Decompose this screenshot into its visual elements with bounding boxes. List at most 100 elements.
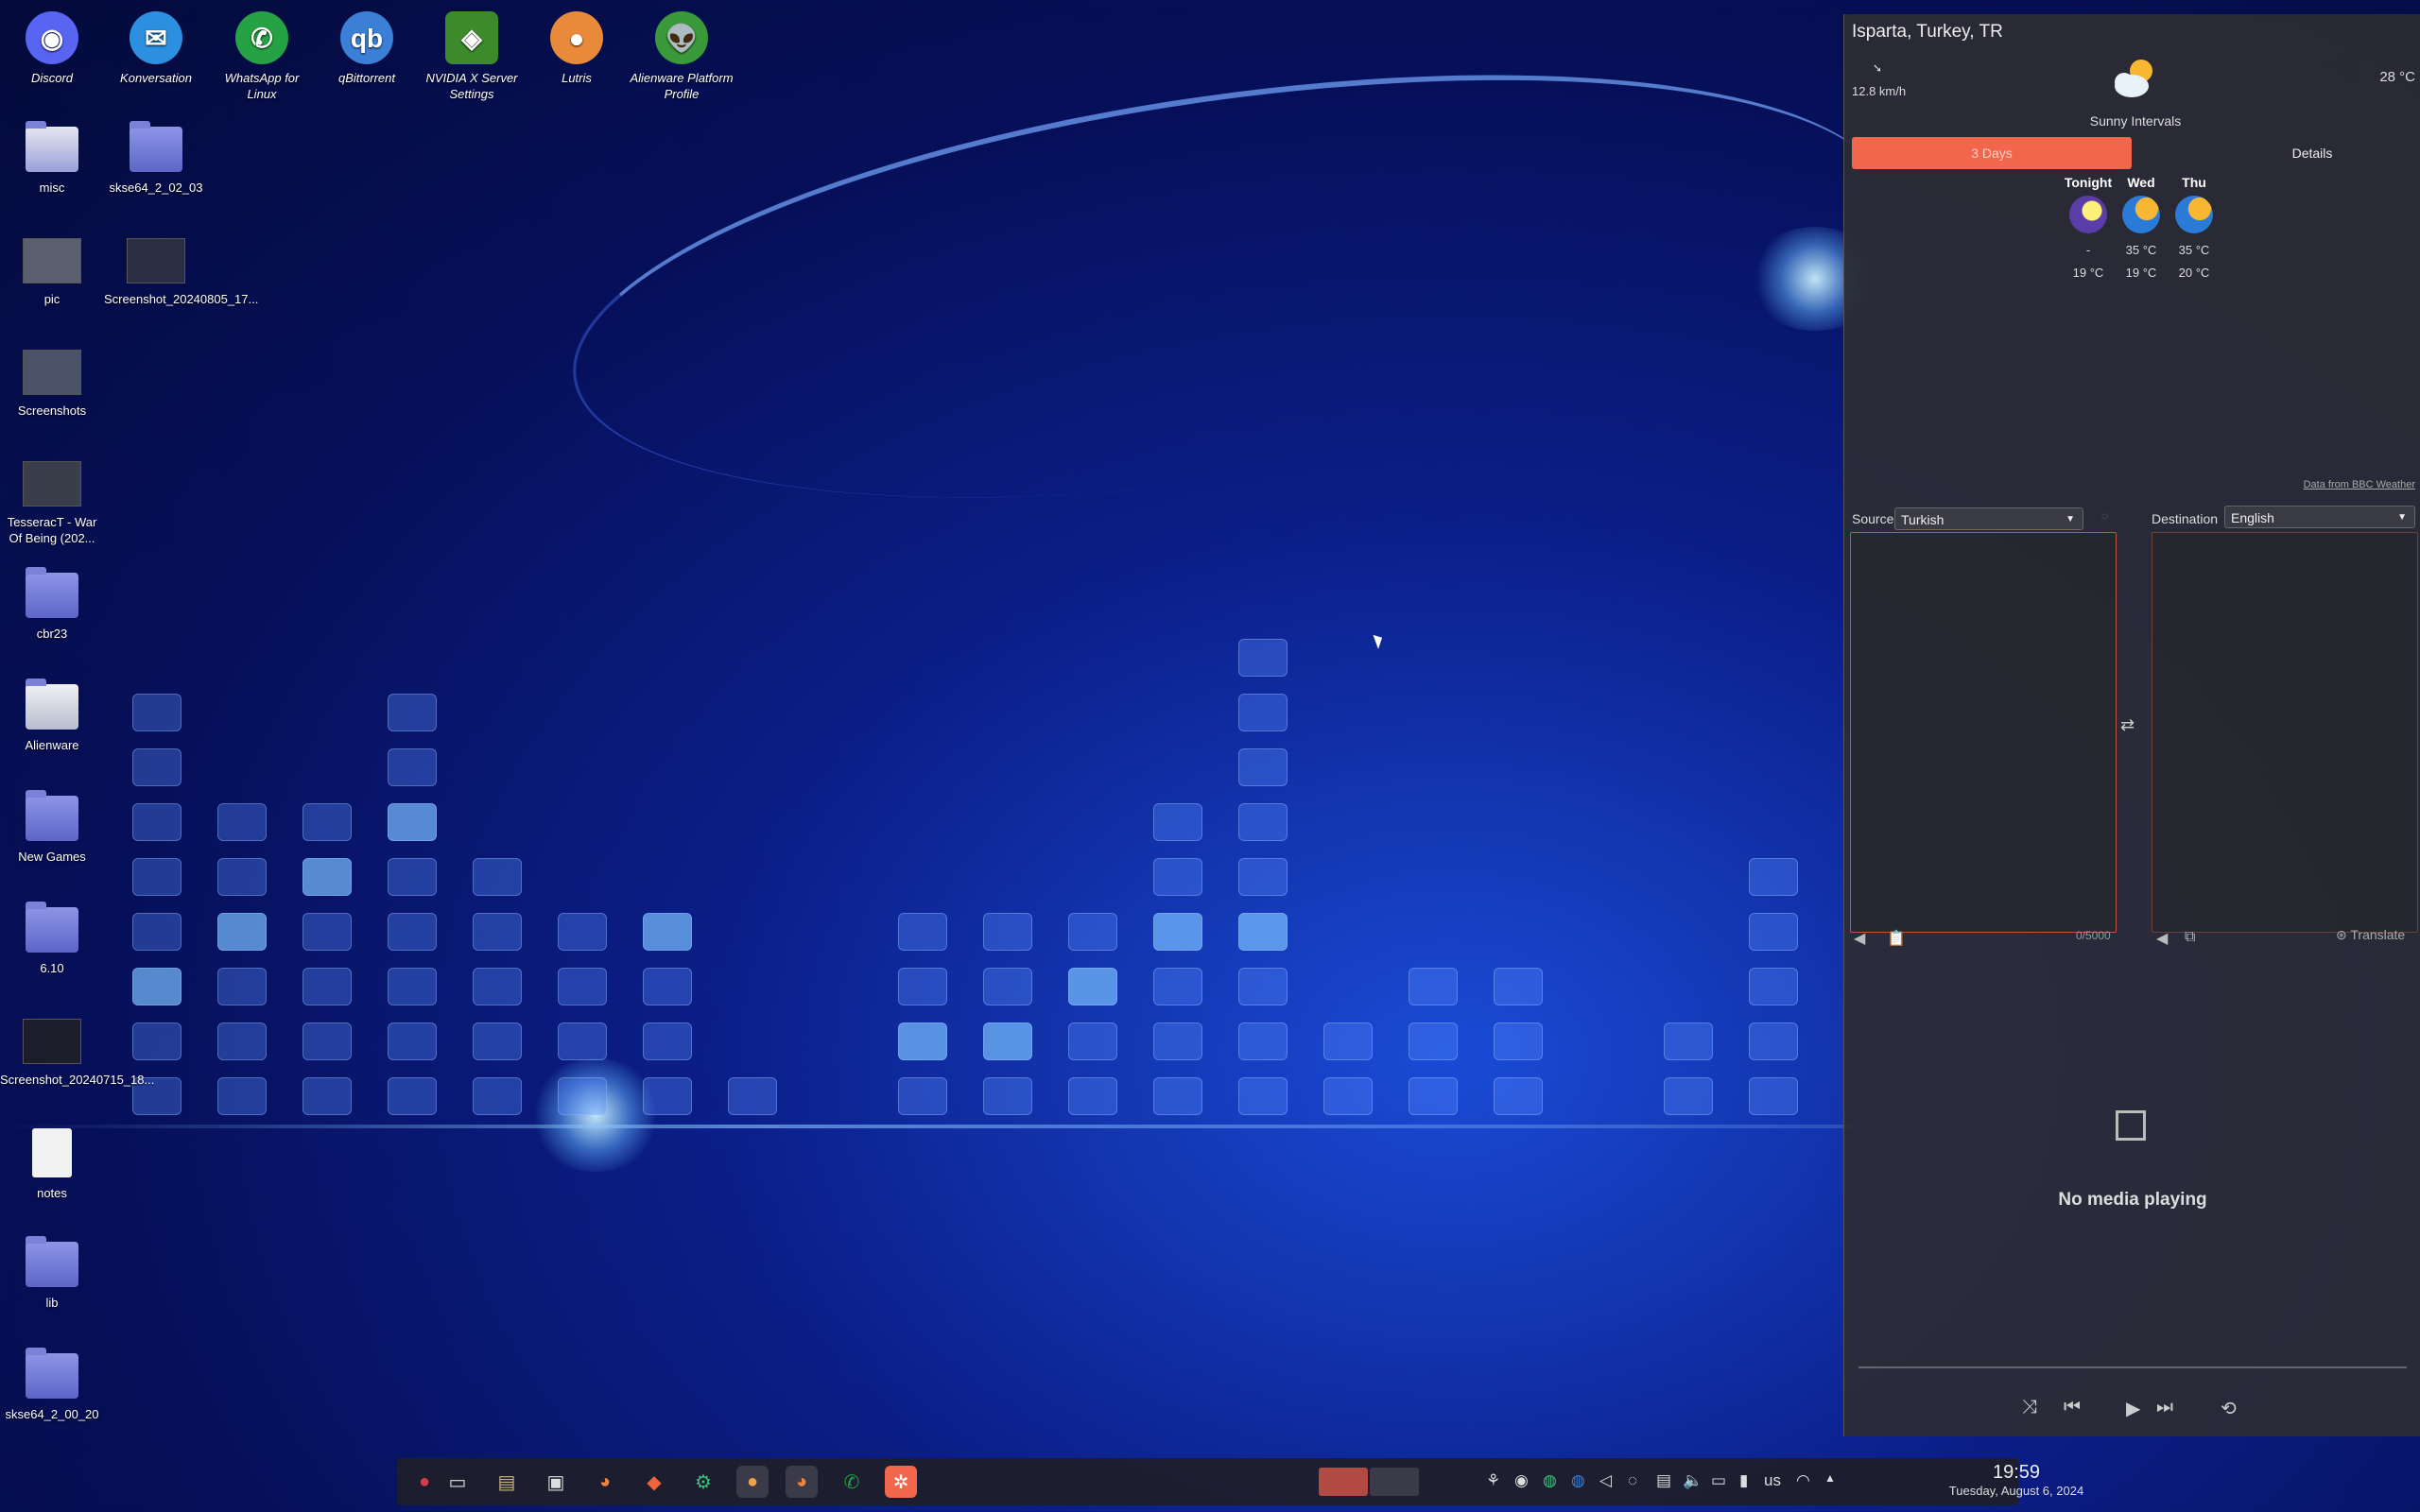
terminal-icon[interactable]: ▣ [540, 1466, 572, 1498]
taskbar: ● ▭ ▤ ▣ ◕ ◆ ⚙ ● ◕ ✆ ✲ ⚘ ◉ ◍ ◍ ◁ ◌ ▤ 🔈 ▭ … [397, 1458, 2083, 1505]
app-launcher-icon[interactable]: ● [408, 1466, 441, 1498]
desktop-icon-screenshot-0805[interactable]: Screenshot_20240805_17... [104, 234, 258, 307]
detect-language-icon[interactable]: ◌ [2101, 509, 2108, 523]
wallpaper-tile [217, 803, 267, 841]
previous-track-icon[interactable]: ⏮ [2064, 1397, 2081, 1418]
wallpaper-tile [1323, 1077, 1373, 1115]
bbc-weather-link[interactable]: Data from BBC Weather [2304, 479, 2415, 490]
sunny-intervals-icon [2115, 60, 2152, 97]
media-progress-bar[interactable] [1858, 1366, 2407, 1368]
tray-clipboard-icon[interactable]: ▤ [1656, 1471, 1671, 1490]
tray-qbittorrent-icon[interactable]: ◍ [1571, 1471, 1585, 1490]
wallpaper-tile [1153, 803, 1202, 841]
repeat-icon[interactable]: ⟲ [2221, 1397, 2237, 1420]
keyboard-layout-indicator[interactable]: us [1764, 1471, 1781, 1490]
wallpaper-tile [132, 1022, 182, 1060]
whatsapp-taskbar-icon[interactable]: ✆ [836, 1466, 868, 1498]
forecast-high: - [2085, 243, 2091, 257]
firefox-window-icon[interactable]: ◕ [786, 1466, 818, 1498]
wallpaper-tile [643, 968, 692, 1005]
destination-label: Destination [2152, 511, 2219, 526]
wallpaper-tile [132, 858, 182, 896]
wallpaper-tile [302, 968, 352, 1005]
desktop-icon-skse64-2-00-20[interactable]: skse64_2_00_20 [0, 1348, 104, 1422]
desktop-icon-pic[interactable]: pic [0, 234, 104, 307]
system-settings-icon[interactable]: ⚙ [687, 1466, 719, 1498]
lutris-icon: ● [550, 11, 603, 64]
desktop-icon-label: cbr23 [36, 627, 68, 641]
wallpaper-tile [1749, 968, 1798, 1005]
forecast-thu: Thu 35 °C 20 °C [2166, 175, 2222, 284]
desktop-icon-cbr23[interactable]: cbr23 [0, 567, 104, 642]
tray-discord-icon[interactable]: ◉ [1514, 1471, 1529, 1490]
desktop-icon-alienware[interactable]: Alienware [0, 679, 104, 753]
tab-3-days[interactable]: 3 Days [1852, 137, 2132, 169]
brave-icon[interactable]: ◆ [638, 1466, 670, 1498]
show-desktop-icon[interactable]: ▭ [441, 1466, 474, 1498]
forecast-day: Thu [2182, 175, 2206, 190]
speak-translation-icon[interactable]: ◀ [2156, 929, 2168, 948]
speak-source-icon[interactable]: ◀ [1854, 929, 1865, 948]
desktop-icon-lib[interactable]: lib [0, 1236, 104, 1311]
desktop-icon-qbittorrent[interactable]: qb qBittorrent [315, 11, 419, 86]
desktop-icon-notes[interactable]: notes [0, 1126, 104, 1201]
desktop-icon-skse64-2-02-03[interactable]: skse64_2_02_03 [104, 121, 208, 196]
clock-time: 19:59 [1992, 1462, 2041, 1483]
swap-languages-icon[interactable]: ⇄ [2120, 715, 2135, 735]
virtual-desktop-2[interactable] [1370, 1468, 1419, 1496]
desktop-icon-konversation[interactable]: ✉ Konversation [104, 11, 208, 86]
tray-green-app-icon[interactable]: ◍ [1543, 1471, 1557, 1490]
desktop-icon-misc[interactable]: misc [0, 121, 104, 196]
wallpaper-tile [1238, 1022, 1288, 1060]
lutris-taskbar-icon[interactable]: ● [736, 1466, 769, 1498]
wallpaper-tile [132, 748, 182, 786]
wallpaper-tile [473, 858, 522, 896]
virtual-desktop-1[interactable] [1319, 1468, 1368, 1496]
desktop-icon-nvidia-settings[interactable]: ◈ NVIDIA X Server Settings [420, 11, 524, 102]
tray-wifi-icon[interactable]: ◠ [1796, 1471, 1810, 1490]
desktop-icon-6-10[interactable]: 6.10 [0, 902, 104, 976]
tray-expand-icon[interactable]: ▲ [1824, 1471, 1836, 1485]
paste-icon[interactable]: 📋 [1887, 929, 1906, 948]
wallpaper-tile [1494, 1077, 1543, 1115]
file-manager-icon[interactable]: ▤ [491, 1466, 523, 1498]
desktop-icon-label: Discord [30, 71, 74, 85]
tray-battery-icon[interactable]: ▭ [1711, 1471, 1726, 1490]
shuffle-icon[interactable]: ⤨ [2022, 1397, 2037, 1418]
wallpaper-tile [1494, 1022, 1543, 1060]
wallpaper-tile [983, 968, 1032, 1005]
desktop-icon-tesseract[interactable]: TesseracT - War Of Being (202... [0, 457, 104, 546]
firefox-icon[interactable]: ◕ [589, 1466, 621, 1498]
next-track-icon[interactable]: ⏭ [2156, 1397, 2173, 1418]
desktop-icon-alienware-profile[interactable]: 👽 Alienware Platform Profile [630, 11, 734, 102]
tray-konversation-icon[interactable]: ◁ [1599, 1471, 1612, 1490]
translate-button[interactable]: ⊛ Translate [2336, 927, 2405, 943]
desktop-icon-lutris[interactable]: ● Lutris [525, 11, 629, 86]
destination-language-select[interactable]: English ▼ [2224, 506, 2415, 528]
weather-location: Isparta, Turkey, TR [1852, 22, 2003, 42]
play-icon[interactable]: ▶ [2126, 1397, 2140, 1420]
folder-icon [130, 121, 182, 172]
source-text-area[interactable] [1850, 532, 2117, 933]
tray-whatsapp-icon[interactable]: ◌ [1628, 1471, 1637, 1490]
tray-power-icon[interactable]: ▮ [1739, 1471, 1748, 1490]
desktop-icon-whatsapp[interactable]: ✆ WhatsApp for Linux [210, 11, 314, 102]
tray-notifications-icon[interactable]: ⚘ [1486, 1471, 1500, 1490]
wallpaper-tile [1409, 1077, 1458, 1115]
clock[interactable]: 19:59 Tuesday, August 6, 2024 [1945, 1462, 2087, 1498]
active-app-icon[interactable]: ✲ [885, 1466, 917, 1498]
desktop-icon-screenshot-0715[interactable]: Screenshot_20240715_18... [0, 1015, 154, 1088]
source-language-select[interactable]: Turkish ▼ [1894, 507, 2083, 530]
desktop-icon-screenshots[interactable]: Screenshots [0, 346, 104, 419]
tray-volume-icon[interactable]: 🔈 [1683, 1471, 1703, 1490]
copy-icon[interactable]: ⧉ [2185, 929, 2195, 946]
wallpaper-tile [1664, 1022, 1713, 1060]
wallpaper-tile [1749, 1077, 1798, 1115]
wallpaper-tile [1068, 968, 1117, 1005]
wallpaper-tile [898, 1022, 947, 1060]
desktop-icon-discord[interactable]: ◉ Discord [0, 11, 104, 86]
tab-details[interactable]: Details [2241, 137, 2383, 169]
desktop-icon-new-games[interactable]: New Games [0, 790, 104, 865]
folder-icon [26, 790, 78, 841]
wallpaper-tile [643, 1077, 692, 1115]
